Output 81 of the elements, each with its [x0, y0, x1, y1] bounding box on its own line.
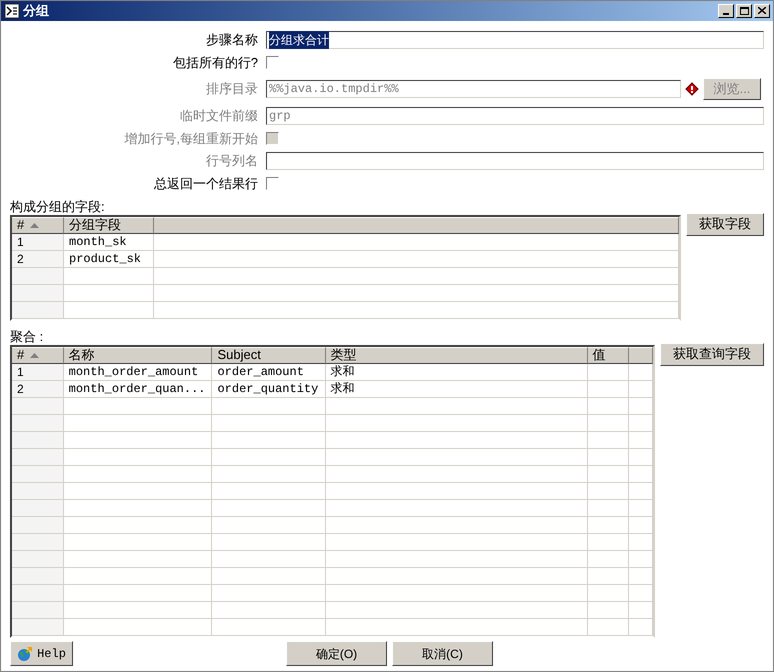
table-cell — [588, 380, 630, 398]
field-label: 步骤名称 — [205, 31, 259, 50]
help-button[interactable]: Help — [10, 641, 73, 666]
minimize-icon — [723, 12, 729, 15]
section-label: 聚合 : — [10, 328, 44, 344]
table-cell — [629, 584, 654, 602]
table-cell — [629, 500, 654, 516]
table-cell — [588, 500, 630, 516]
table-cell — [629, 466, 654, 482]
minimize-button[interactable] — [718, 4, 734, 18]
table-cell: product_sk — [64, 250, 154, 268]
table-cell — [629, 414, 654, 432]
field-label: 包括所有的行? — [172, 54, 259, 72]
table-cell — [629, 618, 654, 636]
table-cell — [629, 568, 654, 584]
table-cell — [629, 602, 654, 618]
maximize-icon — [740, 6, 748, 15]
window-title: 分组 — [23, 2, 50, 20]
table-cell: 2 — [12, 380, 64, 398]
column-header[interactable] — [629, 346, 654, 364]
section-label: 构成分组的字段: — [10, 198, 106, 214]
table-cell: 求和 — [326, 380, 588, 398]
table-cell: 2 — [12, 250, 64, 268]
sort-ascending-icon — [30, 222, 40, 228]
table-cell — [588, 398, 630, 414]
table-cell — [629, 432, 654, 448]
column-header[interactable]: 值 — [588, 346, 630, 364]
table-cell — [629, 534, 654, 550]
column-header[interactable]: 类型 — [326, 346, 588, 364]
table-cell — [588, 482, 630, 500]
field-label: 行号列名 — [205, 152, 259, 170]
app-icon — [4, 2, 20, 19]
table-cell: 1 — [12, 234, 64, 250]
globe-icon — [17, 646, 34, 662]
table-cell — [629, 364, 654, 380]
table-cell — [588, 584, 630, 602]
table-cell — [588, 516, 630, 534]
table-cell — [588, 618, 630, 636]
close-button[interactable] — [754, 4, 770, 18]
field-label: 总返回一个结果行 — [153, 174, 259, 193]
table-cell — [588, 602, 630, 618]
column-header[interactable]: Subject — [212, 346, 326, 364]
get-fields-button[interactable]: 获取字段 — [686, 212, 764, 236]
column-header[interactable]: 名称 — [64, 346, 212, 364]
table-cell — [588, 534, 630, 550]
column-header[interactable]: # — [12, 216, 64, 234]
table-cell: order_amount — [212, 364, 326, 380]
maximize-button[interactable] — [736, 4, 752, 18]
table-cell — [629, 398, 654, 414]
ok-button[interactable]: 确定(O) — [286, 641, 387, 666]
table-cell — [629, 550, 654, 568]
field-label: 排序目录 — [205, 80, 259, 98]
input-field[interactable]: 分组求合计 — [266, 31, 764, 49]
table-cell — [588, 414, 630, 432]
input-field[interactable] — [266, 152, 764, 170]
get-fields-button[interactable]: 获取查询字段 — [660, 342, 764, 366]
table-cell — [588, 448, 630, 466]
cancel-button[interactable]: 取消(C) — [392, 641, 493, 666]
table-cell — [588, 432, 630, 448]
table-cell — [588, 466, 630, 482]
close-icon — [758, 7, 766, 14]
table-cell: month_sk — [64, 234, 154, 250]
table-cell — [588, 568, 630, 584]
field-label: 临时文件前缀 — [179, 107, 259, 126]
table-cell: order_quantity — [212, 380, 326, 398]
table-cell — [588, 550, 630, 568]
table-cell — [588, 364, 630, 380]
warning-icon — [685, 82, 699, 96]
sort-ascending-icon — [30, 352, 40, 358]
table-cell: month_order_amount — [64, 364, 212, 380]
column-header[interactable]: # — [12, 346, 64, 364]
table-cell: 求和 — [326, 364, 588, 380]
column-header[interactable] — [154, 216, 680, 234]
table-cell — [629, 380, 654, 398]
table-cell — [629, 482, 654, 500]
table-cell: 1 — [12, 364, 64, 380]
table-cell — [629, 448, 654, 466]
column-header[interactable]: 分组字段 — [64, 216, 154, 234]
table-cell: month_order_quan... — [64, 380, 212, 398]
field-label: 增加行号,每组重新开始 — [123, 130, 259, 148]
table-cell — [629, 516, 654, 534]
